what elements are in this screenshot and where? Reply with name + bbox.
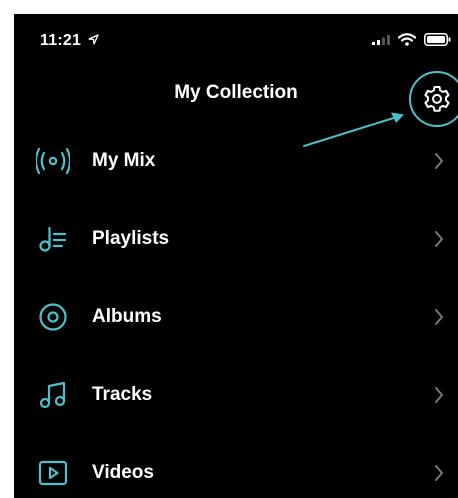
status-time: 11:21 <box>40 32 82 49</box>
video-play-icon <box>36 456 70 490</box>
music-note-icon <box>36 378 70 412</box>
broadcast-icon <box>36 144 70 178</box>
cellular-signal-icon <box>372 35 390 45</box>
menu-item-label: Playlists <box>92 228 170 249</box>
chevron-right-icon <box>435 309 443 325</box>
album-disc-icon <box>36 300 70 334</box>
menu-item-label: Tracks <box>92 384 153 405</box>
phone-screen: 11:21 My Collection My Mix Playlists Alb… <box>14 14 458 498</box>
menu-item-label: Albums <box>92 306 162 327</box>
menu-item-albums[interactable]: Albums <box>14 278 458 356</box>
menu-item-playlists[interactable]: Playlists <box>14 200 458 278</box>
status-bar: 11:21 <box>14 14 458 58</box>
chevron-right-icon <box>435 387 443 403</box>
page-title: My Collection <box>174 82 298 103</box>
menu-item-videos[interactable]: Videos <box>14 434 458 498</box>
collection-menu: My Mix Playlists Albums Tracks Videos <box>14 122 458 498</box>
chevron-right-icon <box>435 231 443 247</box>
settings-button[interactable] <box>419 80 455 116</box>
chevron-right-icon <box>435 465 443 481</box>
chevron-right-icon <box>435 153 443 169</box>
menu-item-label: My Mix <box>92 150 156 171</box>
menu-item-my-mix[interactable]: My Mix <box>14 122 458 200</box>
wifi-icon <box>398 33 416 46</box>
menu-item-tracks[interactable]: Tracks <box>14 356 458 434</box>
menu-item-label: Videos <box>92 462 154 483</box>
playlist-icon <box>36 222 70 256</box>
location-arrow-icon <box>88 34 99 45</box>
battery-icon <box>424 33 451 46</box>
gear-icon <box>424 86 450 112</box>
